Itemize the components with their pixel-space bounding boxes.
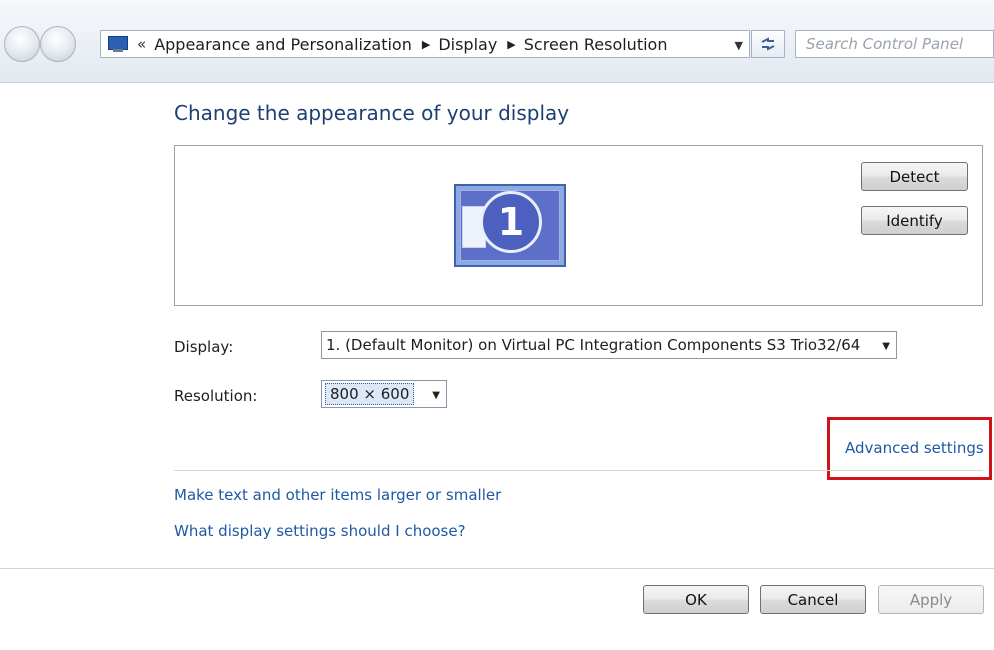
resolution-select[interactable]: 800 × 600 ▼ [321, 380, 447, 408]
monitor-icon [107, 36, 129, 52]
cancel-button[interactable]: Cancel [760, 585, 866, 614]
resolution-select-value: 800 × 600 [325, 383, 415, 405]
apply-button[interactable]: Apply [878, 585, 984, 614]
footer-divider [0, 568, 994, 569]
refresh-button[interactable] [751, 30, 785, 58]
forward-button[interactable] [40, 26, 76, 62]
monitor-number-badge: 1 [480, 191, 542, 253]
display-select-value: 1. (Default Monitor) on Virtual PC Integ… [326, 336, 861, 354]
breadcrumb-separator-icon[interactable]: ▶ [507, 38, 515, 51]
page-title: Change the appearance of your display [174, 101, 570, 125]
identify-button[interactable]: Identify [861, 206, 968, 235]
display-settings-help-link[interactable]: What display settings should I choose? [174, 522, 466, 540]
breadcrumb-separator-icon[interactable]: ▶ [422, 38, 430, 51]
search-placeholder: Search Control Panel [806, 35, 964, 53]
navigation-bar: « Appearance and Personalization ▶ Displ… [0, 0, 994, 83]
monitor-1-tile[interactable]: 1 [454, 184, 566, 267]
refresh-icon [761, 37, 775, 51]
text-size-help-link[interactable]: Make text and other items larger or smal… [174, 486, 501, 504]
address-dropdown-icon[interactable]: ▼ [735, 39, 743, 52]
breadcrumb-screen-resolution[interactable]: Screen Resolution [524, 35, 668, 54]
breadcrumb-appearance[interactable]: Appearance and Personalization [154, 35, 412, 54]
advanced-settings-link[interactable]: Advanced settings [845, 439, 984, 457]
breadcrumb-overflow[interactable]: « [137, 35, 146, 53]
back-button[interactable] [4, 26, 40, 62]
resolution-label: Resolution: [174, 387, 258, 405]
search-box[interactable]: Search Control Panel [795, 30, 994, 58]
address-bar[interactable]: « Appearance and Personalization ▶ Displ… [100, 30, 750, 58]
dropdown-arrow-icon[interactable]: ▼ [882, 341, 890, 352]
display-select[interactable]: 1. (Default Monitor) on Virtual PC Integ… [321, 331, 897, 359]
monitor-arrangement-pane: 1 Detect Identify [174, 145, 983, 306]
detect-button[interactable]: Detect [861, 162, 968, 191]
dropdown-arrow-icon[interactable]: ▼ [432, 390, 440, 401]
ok-button[interactable]: OK [643, 585, 749, 614]
divider [174, 470, 983, 471]
breadcrumb-display[interactable]: Display [438, 35, 497, 54]
display-label: Display: [174, 338, 234, 356]
